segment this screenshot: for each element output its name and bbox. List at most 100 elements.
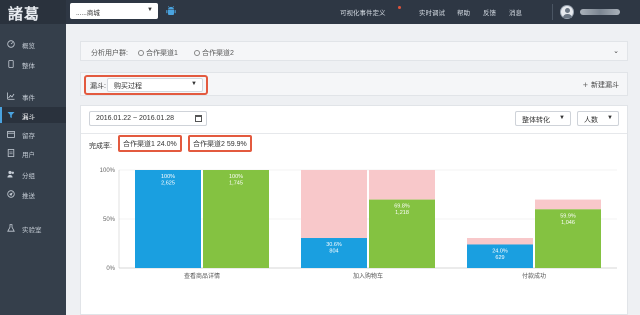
bar-count-label: 1,218 (395, 210, 409, 216)
sidebar-item-label: 概览 (22, 43, 35, 50)
calendar-icon (7, 130, 15, 138)
sidebar-item-overall[interactable]: 整体 (0, 56, 66, 72)
logo: 諸葛 (8, 5, 41, 23)
phone-icon (8, 60, 14, 68)
sidebar-item-funnel[interactable]: 漏斗 (0, 107, 66, 123)
bar-percent-label: 100% (229, 174, 243, 180)
sidebar-item-retention[interactable]: 留存 (0, 126, 66, 142)
conversion-mode-value: 整体转化 (522, 117, 550, 124)
y-tick-label: 100% (100, 168, 116, 174)
new-funnel-label: 新建漏斗 (591, 82, 619, 89)
username-redacted[interactable] (580, 9, 620, 15)
user-group-chip[interactable]: 合作渠道2 (194, 48, 234, 58)
completion-rate-label: 完成率: (89, 143, 112, 150)
y-tick-label: 50% (103, 217, 116, 223)
sidebar: 概览 整体 事件 漏斗 留存 用户 分组 推送 实验室 (0, 24, 66, 315)
dropoff-bar (535, 199, 601, 210)
funnel-selector-highlight: 漏斗: 购买过程 ▼ (84, 75, 208, 95)
funnel-icon (7, 112, 15, 118)
date-range-picker[interactable]: 2016.01.22 ~ 2016.01.28 (89, 111, 207, 126)
user-group-filter: 分析用户群: 合作渠道1 合作渠道2 ⌄ (80, 41, 628, 61)
bar-percent-label: 100% (161, 174, 175, 180)
x-category-label: 加入购物车 (353, 272, 383, 280)
x-category-label: 付款成功 (522, 272, 546, 280)
nav-help[interactable]: 帮助 (457, 7, 470, 17)
main-content: 分析用户群: 合作渠道1 合作渠道2 ⌄ 漏斗: 购买过程 ▼ + 新建漏斗 20… (66, 24, 640, 315)
sidebar-item-label: 留存 (22, 133, 35, 140)
funnel-chart-panel: 2016.01.22 ~ 2016.01.28 整体转化 ▼ 人数 ▼ 完成率:… (80, 105, 628, 315)
funnel-select[interactable]: 购买过程 ▼ (107, 78, 203, 92)
completion-rate-channel-2: 合作渠道2 59.9% (188, 135, 252, 152)
users-icon (7, 170, 14, 178)
sidebar-item-events[interactable]: 事件 (0, 88, 66, 104)
document-icon (7, 149, 15, 157)
sidebar-item-label: 实验室 (22, 227, 42, 234)
chevron-down-icon[interactable]: ⌄ (613, 47, 619, 55)
user-group-chip[interactable]: 合作渠道1 (138, 48, 178, 58)
x-category-label: 查看商品详情 (184, 272, 220, 280)
bar-percent-label: 59.9% (560, 213, 576, 219)
funnel-label: 漏斗: (90, 83, 106, 90)
sidebar-item-label: 整体 (22, 63, 35, 70)
chevron-down-icon: ▼ (147, 7, 153, 13)
sidebar-item-groups[interactable]: 分组 (0, 166, 66, 182)
user-group-chip-label: 合作渠道1 (146, 50, 178, 57)
sidebar-item-label: 事件 (22, 95, 35, 102)
dropoff-bar (467, 238, 533, 245)
sidebar-item-lab[interactable]: 实验室 (0, 220, 66, 236)
metric-select[interactable]: 人数 ▼ (577, 111, 619, 126)
user-icon (194, 50, 200, 56)
nav-realtime-debug[interactable]: 实时调试 (419, 7, 445, 17)
send-icon (7, 190, 15, 198)
new-funnel-button[interactable]: + 新建漏斗 (583, 80, 619, 90)
project-select-value: ......商城 (76, 10, 100, 17)
divider (81, 133, 627, 134)
date-range-value: 2016.01.22 ~ 2016.01.28 (96, 115, 175, 122)
bar-percent-label: 30.6% (326, 242, 342, 248)
user-group-chip-label: 合作渠道2 (202, 50, 234, 57)
bar-count-label: 1,046 (561, 220, 575, 226)
sidebar-item-push[interactable]: 推送 (0, 186, 66, 202)
conversion-mode-select[interactable]: 整体转化 ▼ (515, 111, 571, 126)
bar-count-label: 2,625 (161, 181, 175, 187)
nav-messages[interactable]: 消息 (509, 7, 522, 17)
funnel-select-value: 购买过程 (114, 83, 142, 90)
y-tick-label: 0% (106, 266, 115, 272)
calendar-icon (195, 115, 202, 122)
nav-feedback[interactable]: 反馈 (483, 7, 496, 17)
android-icon[interactable] (165, 5, 177, 17)
top-bar: 諸葛 ......商城 ▼ 可视化事件定义 实时调试 帮助 反馈 消息 (0, 0, 640, 24)
sidebar-item-label: 分组 (22, 173, 35, 180)
chart-line-icon (7, 92, 15, 100)
bar-percent-label: 24.0% (492, 248, 508, 254)
user-icon (138, 50, 144, 56)
bar-count-label: 629 (495, 255, 504, 261)
nav-visual-event-definition[interactable]: 可视化事件定义 (340, 7, 386, 17)
plus-icon: + (582, 80, 588, 90)
top-divider (552, 4, 553, 20)
logo-area: 諸葛 (0, 0, 66, 24)
funnel-row: 漏斗: 购买过程 ▼ + 新建漏斗 (80, 72, 628, 96)
bar-percent-label: 69.8% (394, 204, 410, 210)
sidebar-item-label: 漏斗 (22, 114, 35, 121)
avatar[interactable] (560, 5, 574, 19)
dropoff-bar (301, 170, 367, 239)
sidebar-item-label: 推送 (22, 193, 35, 200)
sidebar-item-label: 用户 (22, 152, 35, 159)
bar-count-label: 804 (329, 249, 338, 255)
chevron-down-icon: ▼ (607, 115, 613, 121)
bar-count-label: 1,745 (229, 181, 243, 187)
flask-icon (7, 224, 15, 232)
dropoff-bar (369, 170, 435, 200)
sidebar-item-overview[interactable]: 概览 (0, 36, 66, 52)
chevron-down-icon: ▼ (191, 81, 197, 87)
funnel-bar-chart: 0%50%100%100%2,625100%1,745查看商品详情30.6%80… (100, 168, 617, 280)
sidebar-item-users[interactable]: 用户 (0, 145, 66, 161)
project-select[interactable]: ......商城 ▼ (70, 3, 158, 19)
notification-dot (398, 6, 401, 9)
metric-value: 人数 (584, 117, 598, 124)
completion-rate-channel-1: 合作渠道1 24.0% (118, 135, 182, 152)
chevron-down-icon: ▼ (559, 115, 565, 121)
filter-label: 分析用户群: (91, 50, 128, 57)
gauge-icon (7, 40, 15, 48)
